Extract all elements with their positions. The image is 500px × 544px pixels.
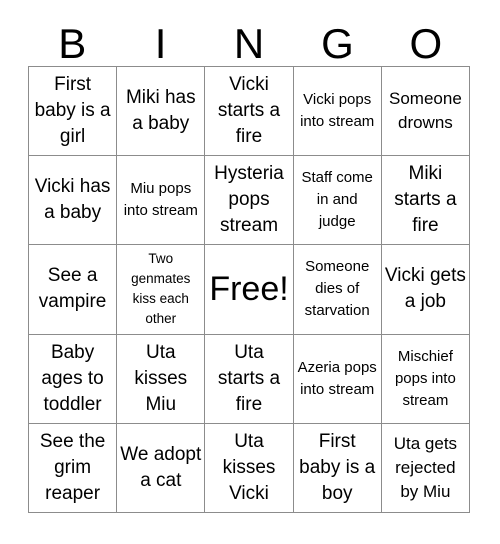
header-letter-o: O xyxy=(409,20,443,67)
bingo-cell[interactable]: Vicki starts a fire xyxy=(205,67,294,157)
bingo-cell[interactable]: See a vampire xyxy=(29,245,118,335)
header-letter-n: N xyxy=(233,20,265,67)
bingo-cell[interactable]: Vicki has a baby xyxy=(29,156,118,246)
header-letter-i: I xyxy=(154,20,167,67)
bingo-cell-text: Mischief pops into stream xyxy=(394,347,456,409)
bingo-cell[interactable]: First baby is a boy xyxy=(293,423,382,513)
bingo-cell-text: Miki starts a fire xyxy=(394,163,457,237)
bingo-cell-text: Vicki starts a fire xyxy=(217,74,281,148)
bingo-cell-text: Baby ages to toddler xyxy=(41,341,104,415)
bingo-cell-text: Uta starts a fire xyxy=(217,341,281,415)
bingo-cell-text: See the grim reaper xyxy=(39,430,106,504)
bingo-cell-text: Uta kisses Vicki xyxy=(222,430,276,504)
bingo-cell[interactable]: First baby is a girl xyxy=(29,67,118,157)
bingo-cell-text: Vicki gets a job xyxy=(384,265,466,313)
header-letter-b: B xyxy=(58,20,87,67)
bingo-cell-text: See a vampire xyxy=(38,265,107,313)
bingo-cell-text: Two genmates kiss each other xyxy=(131,251,191,327)
bingo-cell-text: We adopt a cat xyxy=(120,443,202,491)
header-letter-g: G xyxy=(321,20,354,67)
bingo-cell[interactable]: We adopt a cat xyxy=(117,423,206,513)
bingo-cell[interactable]: Vicki gets a job xyxy=(381,245,470,335)
bingo-cell[interactable]: Vicki pops into stream xyxy=(293,67,382,157)
bingo-cell[interactable]: Mischief pops into stream xyxy=(381,334,470,424)
bingo-cell[interactable]: Someone drowns xyxy=(381,67,470,157)
bingo-cell[interactable]: Two genmates kiss each other xyxy=(117,245,206,335)
bingo-cell[interactable]: Staff come in and judge xyxy=(293,156,382,246)
bingo-cell[interactable]: Miki starts a fire xyxy=(381,156,470,246)
bingo-cell[interactable]: Uta kisses Miu xyxy=(117,334,206,424)
bingo-cell-text: Someone dies of starvation xyxy=(304,258,370,320)
bingo-cell[interactable]: Uta gets rejected by Miu xyxy=(381,423,470,513)
bingo-cell-text: Uta kisses Miu xyxy=(134,341,188,415)
bingo-cell[interactable]: Azeria pops into stream xyxy=(293,334,382,424)
bingo-cell[interactable]: See the grim reaper xyxy=(29,423,118,513)
bingo-cell-text: Miki has a baby xyxy=(125,87,196,135)
bingo-cell[interactable]: Miu pops into stream xyxy=(117,156,206,246)
bingo-cell-text: First baby is a boy xyxy=(299,430,376,504)
bingo-cell-text: Miu pops into stream xyxy=(123,180,198,220)
bingo-card: B I N G O First baby is a girl Miki has a… xyxy=(0,0,500,544)
bingo-grid: First baby is a girl Miki has a baby Vicki… xyxy=(28,66,470,513)
bingo-cell-text: First baby is a girl xyxy=(34,74,111,148)
bingo-header: B I N G O xyxy=(28,14,470,66)
bingo-cell-text: Vicki has a baby xyxy=(34,176,111,224)
bingo-cell-text: Azeria pops into stream xyxy=(297,358,377,398)
bingo-cell-text: Someone drowns xyxy=(389,89,462,133)
bingo-cell[interactable]: Miki has a baby xyxy=(117,67,206,157)
bingo-cell-text: Uta gets rejected by Miu xyxy=(393,433,458,501)
bingo-cell[interactable]: Uta kisses Vicki xyxy=(205,423,294,513)
bingo-cell[interactable]: Hysteria pops stream xyxy=(205,156,294,246)
bingo-cell-free-space[interactable]: Free! xyxy=(205,245,294,335)
free-space-label: Free! xyxy=(209,270,289,309)
bingo-cell[interactable]: Uta starts a fire xyxy=(205,334,294,424)
bingo-cell[interactable]: Baby ages to toddler xyxy=(29,334,118,424)
bingo-cell-text: Vicki pops into stream xyxy=(300,91,375,131)
bingo-cell-text: Staff come in and judge xyxy=(301,169,373,231)
bingo-cell-text: Hysteria pops stream xyxy=(214,163,284,237)
bingo-cell[interactable]: Someone dies of starvation xyxy=(293,245,382,335)
